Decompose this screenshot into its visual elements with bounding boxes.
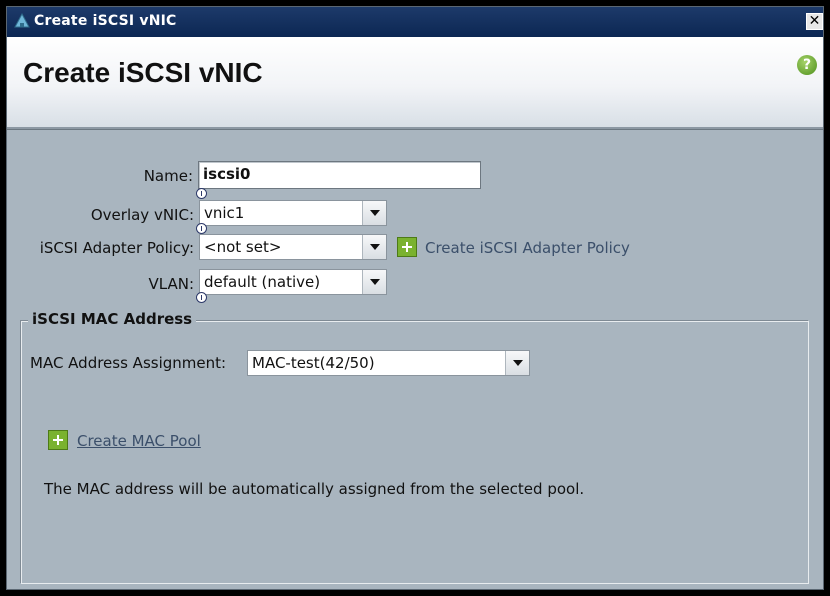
chevron-down-icon[interactable] (362, 201, 386, 225)
mac-address-legend: iSCSI MAC Address (28, 310, 197, 328)
adapter-policy-label: iSCSI Adapter Policy: (39, 239, 194, 257)
chevron-down-icon[interactable] (505, 351, 529, 375)
content-divider (7, 129, 823, 130)
title-bar[interactable]: Create iSCSI vNIC ✕ (7, 7, 823, 37)
vlan-value: default (native) (204, 273, 321, 291)
info-marker-icon[interactable] (196, 188, 207, 199)
vlan-label: VLAN: (148, 275, 195, 293)
dialog-header: Create iSCSI vNIC ? (7, 37, 823, 129)
overlay-vnic-select[interactable]: vnic1 (199, 200, 387, 226)
name-label: Name: (143, 167, 193, 185)
mac-description: The MAC address will be automatically as… (44, 480, 585, 498)
info-marker-icon[interactable] (196, 292, 207, 303)
dialog-content: Name: iscsi0 Overlay vNIC: vnic1 iSCSI A… (7, 129, 823, 589)
overlay-vnic-label: Overlay vNIC: (90, 206, 194, 224)
app-icon (14, 12, 30, 28)
overlay-vnic-value: vnic1 (204, 204, 245, 222)
chevron-down-icon[interactable] (362, 270, 386, 294)
adapter-policy-value: <not set> (204, 238, 282, 256)
create-mac-pool-link[interactable]: Create MAC Pool (77, 432, 201, 450)
name-input[interactable]: iscsi0 (198, 161, 481, 189)
vlan-select[interactable]: default (native) (199, 269, 387, 295)
adapter-policy-select[interactable]: <not set> (199, 234, 387, 260)
mac-assignment-label: MAC Address Assignment: (30, 354, 227, 372)
close-button[interactable]: ✕ (806, 13, 823, 30)
window-title: Create iSCSI vNIC (34, 13, 177, 29)
mac-assignment-value: MAC-test(42/50) (252, 354, 375, 372)
page-title: Create iSCSI vNIC (23, 57, 263, 88)
mac-assignment-select[interactable]: MAC-test(42/50) (247, 350, 530, 376)
create-adapter-policy-link[interactable]: Create iSCSI Adapter Policy (425, 239, 630, 257)
help-icon[interactable]: ? (797, 55, 817, 75)
add-icon[interactable] (48, 430, 68, 450)
mac-address-group: iSCSI MAC Address MAC Address Assignment… (21, 310, 809, 584)
dialog-window: Create iSCSI vNIC ✕ Create iSCSI vNIC ? … (6, 6, 824, 590)
info-marker-icon[interactable] (196, 223, 207, 234)
add-icon[interactable] (397, 237, 417, 257)
chevron-down-icon[interactable] (362, 235, 386, 259)
